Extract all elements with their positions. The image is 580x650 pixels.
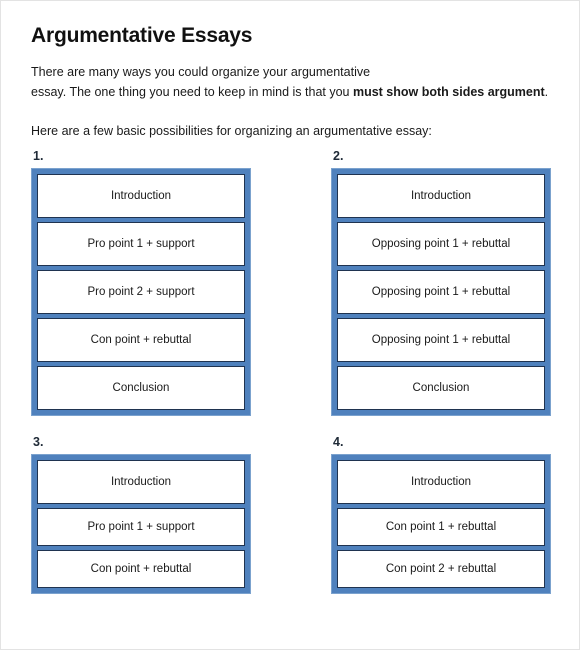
diagram-number-2: 2. [333,149,344,164]
page-title: Argumentative Essays [31,24,253,47]
structure-box: Pro point 2 + support [37,270,245,315]
intro-line-two-prefix: essay. The one thing you need to keep in… [31,85,353,100]
structure-box: Con point + rebuttal [37,318,245,363]
structure-box: Conclusion [37,366,245,411]
structure-box: Opposing point 1 + rebuttal [337,222,545,267]
intro-paragraph: There are many ways you could organize y… [31,62,549,103]
diagram-cell-3: 3. Introduction Pro point 1 + support Co… [31,435,251,594]
diagram-cell-4: 4. Introduction Con point 1 + rebuttal C… [331,435,551,594]
structure-box: Pro point 1 + support [37,222,245,267]
diagram-cell-1: 1. Introduction Pro point 1 + support Pr… [31,149,251,417]
diagram-number-1: 1. [33,149,44,164]
structure-box: Opposing point 1 + rebuttal [337,270,545,315]
structure-box: Con point 2 + rebuttal [337,549,545,588]
essay-structure-diagram-2: Introduction Opposing point 1 + rebuttal… [331,168,551,417]
intro-line-one: There are many ways you could organize y… [31,65,371,80]
structure-box: Introduction [337,174,545,219]
diagram-number-3: 3. [33,435,44,450]
diagram-grid: 1. Introduction Pro point 1 + support Pr… [31,150,551,594]
page-content: Argumentative Essays There are many ways… [1,1,579,594]
essay-structure-diagram-1: Introduction Pro point 1 + support Pro p… [31,168,251,417]
structure-box: Introduction [37,174,245,219]
structure-box: Opposing point 1 + rebuttal [337,318,545,363]
intro-suffix: . [544,85,549,100]
structure-box: Introduction [337,459,545,504]
intro-emphasis: must show both sides argument [352,85,545,100]
essay-structure-diagram-4: Introduction Con point 1 + rebuttal Con … [331,453,551,594]
structure-box: Conclusion [337,366,545,411]
structure-box: Con point 1 + rebuttal [337,507,545,546]
diagram-cell-2: 2. Introduction Opposing point 1 + rebut… [331,149,551,417]
essay-structure-diagram-3: Introduction Pro point 1 + support Con p… [31,453,251,594]
lead-in-text: Here are a few basic possibilities for o… [31,123,432,138]
structure-box: Pro point 1 + support [37,507,245,546]
structure-box: Con point + rebuttal [37,549,245,588]
diagram-number-4: 4. [333,435,344,450]
structure-box: Introduction [37,459,245,504]
document-page: Argumentative Essays There are many ways… [0,0,580,650]
